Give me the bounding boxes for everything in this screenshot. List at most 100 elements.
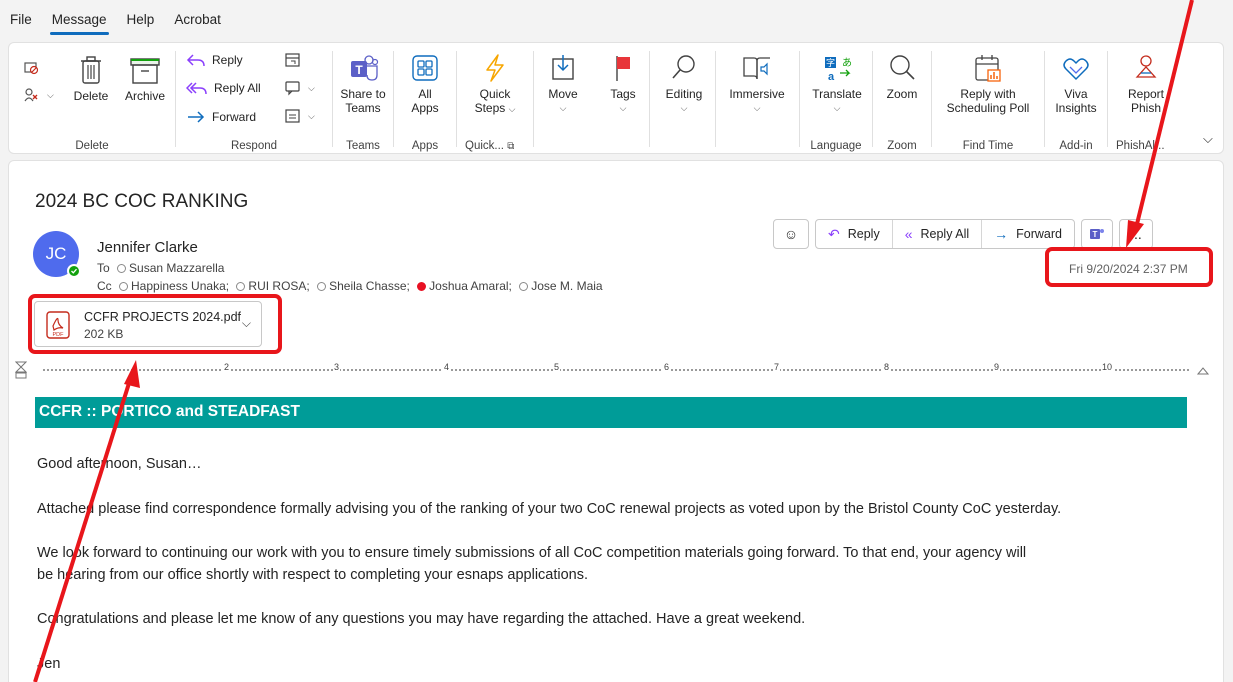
viva-label: Viva	[1064, 87, 1088, 101]
tab-file[interactable]: File	[8, 10, 34, 29]
svg-text:あ: あ	[842, 57, 852, 69]
chevron-down-icon: ⌵	[559, 103, 567, 113]
chevron-down-icon: ⌵	[308, 82, 315, 93]
reply-icon: ↶	[828, 225, 840, 242]
zoom-button[interactable]: Zoom	[879, 53, 925, 101]
tags-button[interactable]: Tags ⌵	[603, 53, 643, 115]
archive-label: Archive	[124, 89, 165, 103]
group-label-apps: Apps	[411, 140, 439, 152]
ribbon-reply-button[interactable]: Reply	[186, 53, 243, 67]
presence-unknown-icon	[119, 282, 129, 291]
reply-all-button[interactable]: « Reply All	[893, 220, 983, 248]
group-quick-steps: Quick Steps ⌵ Quick... ⧉	[457, 43, 533, 155]
presence-busy-icon	[417, 282, 427, 291]
svg-text:字: 字	[826, 57, 835, 69]
cc-line: Cc Happiness Unaka; RUI ROSA; Sheila Cha…	[97, 279, 603, 293]
body-paragraph-2-line-1: We look forward to continuing our work w…	[37, 545, 1027, 561]
group-label-phish: PhishAl...	[1116, 140, 1165, 152]
group-zoom: Zoom Zoom	[873, 43, 931, 155]
share-teams-label-2: Teams	[345, 101, 381, 115]
delete-button[interactable]: Delete	[67, 55, 115, 103]
tab-acrobat[interactable]: Acrobat	[172, 10, 223, 29]
reply-scheduling-poll-button[interactable]: Reply with Scheduling Poll	[940, 53, 1036, 115]
body-paragraph-1: Attached please find correspondence form…	[37, 501, 1062, 517]
rules-button[interactable]: ⌵	[23, 87, 54, 103]
chevron-down-icon: ⌵	[508, 104, 516, 114]
tab-message[interactable]: Message	[49, 10, 109, 35]
meeting-reply-button[interactable]	[284, 51, 308, 69]
right-indent-marker-icon[interactable]	[1197, 365, 1209, 375]
ribbon-forward-button[interactable]: Forward	[186, 110, 256, 124]
ribbon-reply-all-button[interactable]: Reply All	[186, 81, 261, 95]
more-respond-button[interactable]: ⌵	[284, 107, 315, 125]
forward-button[interactable]: → Forward	[982, 220, 1074, 248]
recipient-susan[interactable]: Susan Mazzarella	[129, 261, 224, 275]
indent-marker-icon[interactable]	[15, 361, 27, 379]
reply-button[interactable]: ↶ Reply	[816, 220, 893, 248]
translate-button[interactable]: 字あa Translate ⌵	[808, 53, 866, 115]
group-apps: All Apps Apps	[394, 43, 456, 155]
ignore-icon	[24, 62, 39, 75]
more-actions-button[interactable]: ...	[1118, 219, 1153, 249]
recipient-happiness[interactable]: Happiness Unaka;	[131, 279, 229, 293]
group-label-zoom: Zoom	[887, 140, 917, 152]
rules-icon	[24, 88, 38, 102]
divider	[715, 51, 716, 147]
teams-share-button[interactable]: T	[1080, 219, 1113, 249]
reaction-button[interactable]: ☺	[773, 219, 809, 249]
recipient-joshua[interactable]: Joshua Amaral;	[429, 279, 512, 293]
zoom-label: Zoom	[886, 87, 918, 101]
ruler-number: 3	[333, 362, 341, 372]
dialog-launcher-icon[interactable]: ⧉	[507, 141, 514, 152]
body-greeting: Good afternoon, Susan…	[37, 456, 202, 472]
quick-steps-label: Quick	[479, 87, 511, 101]
quick-steps-button[interactable]: Quick Steps ⌵	[467, 53, 523, 116]
recipient-sheila[interactable]: Sheila Chasse;	[329, 279, 410, 293]
recipient-rui[interactable]: RUI ROSA;	[248, 279, 309, 293]
ruler: 2 3 4 5 6 7 8 9 10	[15, 361, 1209, 379]
editing-button[interactable]: Editing ⌵	[659, 53, 709, 115]
group-language: 字あa Translate ⌵ Language	[800, 43, 872, 155]
share-teams-label: Share to	[340, 87, 386, 101]
report-phish-button[interactable]: Report Phish	[1118, 53, 1174, 115]
group-label-delete: Delete	[75, 140, 109, 152]
tab-help[interactable]: Help	[125, 10, 157, 29]
sender-name[interactable]: Jennifer Clarke	[97, 239, 198, 256]
im-reply-button[interactable]: ⌵	[284, 79, 315, 97]
archive-icon	[130, 58, 160, 84]
ruler-number: 5	[553, 362, 561, 372]
chevron-down-icon: ⌵	[1203, 131, 1213, 146]
quick-steps-label-2: Steps	[474, 101, 506, 115]
ruler-number: 4	[443, 362, 451, 372]
share-to-teams-button[interactable]: T Share to Teams	[337, 53, 389, 115]
move-button[interactable]: Move ⌵	[541, 53, 585, 115]
forward-text: Forward	[1016, 227, 1062, 241]
recipient-jose[interactable]: Jose M. Maia	[531, 279, 602, 293]
section-banner: CCFR :: PORTICO and STEADFAST	[35, 397, 1187, 428]
immersive-reader-button[interactable]: Immersive ⌵	[723, 53, 791, 115]
tags-label: Tags	[610, 87, 636, 101]
body-paragraph-3: Congratulations and please let me know o…	[37, 611, 806, 627]
email-subject: 2024 BC COC RANKING	[35, 191, 249, 212]
scheduling-poll-icon	[975, 55, 1001, 82]
viva-insights-button[interactable]: Viva Insights	[1051, 53, 1101, 115]
archive-button[interactable]: Archive	[117, 55, 173, 103]
forward-icon: →	[994, 226, 1009, 242]
group-label-addin: Add-in	[1059, 140, 1093, 152]
collapse-ribbon-button[interactable]: ⌵	[1203, 131, 1213, 147]
chevron-down-icon: ⌵	[308, 110, 315, 121]
divider	[533, 51, 534, 147]
group-label-quick-text: Quick...	[465, 140, 504, 152]
ignore-button[interactable]	[23, 59, 45, 75]
body-paragraph-2-line-2: be hearing from our office shortly with …	[37, 567, 589, 583]
respond-group: ↶ Reply « Reply All → Forward	[815, 219, 1075, 249]
svg-text:T: T	[1093, 230, 1098, 239]
more-respond-icon	[285, 109, 300, 123]
calendar-reply-icon	[285, 53, 300, 67]
viva-label-2: Insights	[1055, 101, 1097, 115]
all-apps-button[interactable]: All Apps	[400, 53, 450, 115]
search-icon	[672, 55, 695, 79]
annotation-box-attachment	[28, 294, 282, 354]
immersive-label: Immersive	[729, 87, 785, 101]
reply-all-text: Reply All	[920, 227, 970, 241]
